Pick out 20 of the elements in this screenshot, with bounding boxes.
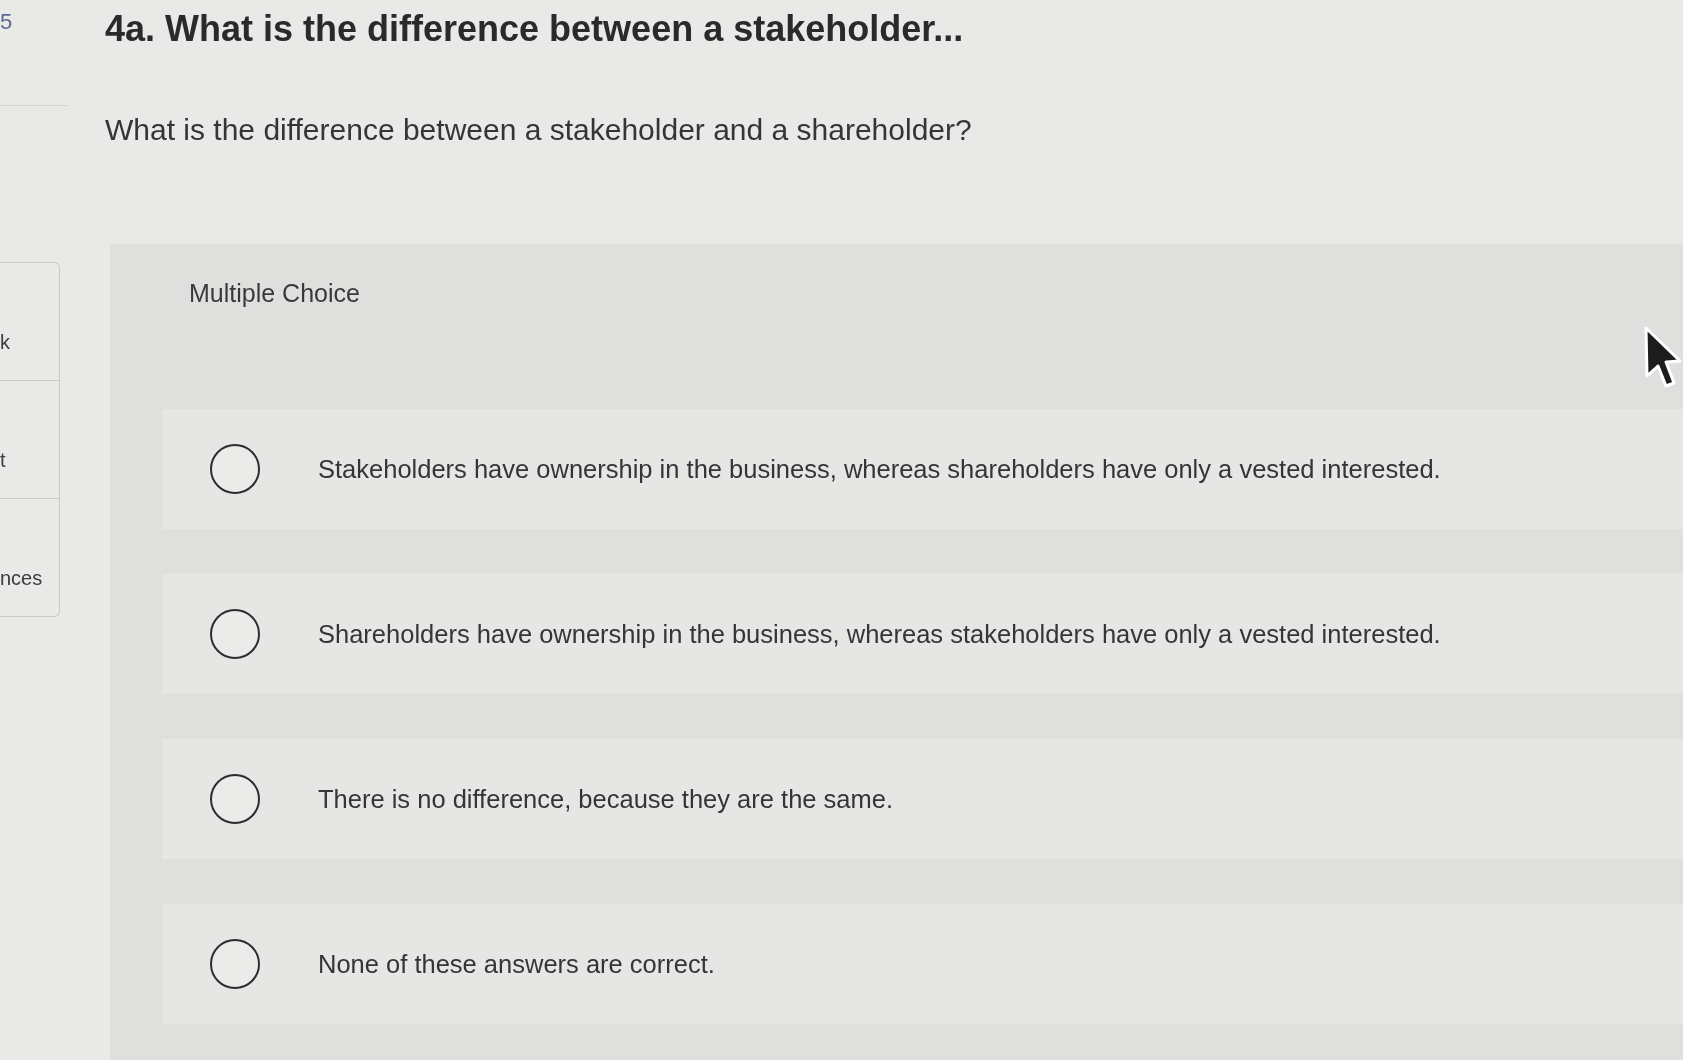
step-number: 5 xyxy=(0,9,13,35)
option-text: Stakeholders have ownership in the business, whereas shareholders have only a vested interested. xyxy=(318,454,1441,484)
answer-option[interactable]: There is no difference, because they are the same. xyxy=(162,739,1683,859)
option-text: There is no difference, because they are the same. xyxy=(318,784,894,814)
mouse-pointer-icon xyxy=(1643,325,1683,389)
radio-button[interactable] xyxy=(210,609,260,659)
answer-option[interactable]: None of these answers are correct. xyxy=(162,904,1683,1024)
answer-option[interactable]: Stakeholders have ownership in the business, whereas shareholders have only a vested interested. xyxy=(162,409,1683,529)
radio-button[interactable] xyxy=(210,444,260,494)
answer-option[interactable]: Shareholders have ownership in the business, whereas stakeholders have only a vested interested. xyxy=(162,574,1683,694)
sidebar-item[interactable]: t xyxy=(0,448,6,472)
radio-button[interactable] xyxy=(210,939,260,989)
option-text: Shareholders have ownership in the business, whereas stakeholders have only a vested interested. xyxy=(318,619,1441,649)
question-prompt: What is the difference between a stakeholder and a shareholder? xyxy=(105,112,972,148)
radio-button[interactable] xyxy=(210,774,260,824)
sidebar-item[interactable]: nces xyxy=(0,566,43,590)
sidebar-item[interactable]: k xyxy=(0,330,10,354)
question-title: 4a. What is the difference between a stakeholder... xyxy=(105,8,964,50)
answer-type-label: Multiple Choice xyxy=(189,278,360,308)
option-text: None of these answers are correct. xyxy=(318,949,715,979)
